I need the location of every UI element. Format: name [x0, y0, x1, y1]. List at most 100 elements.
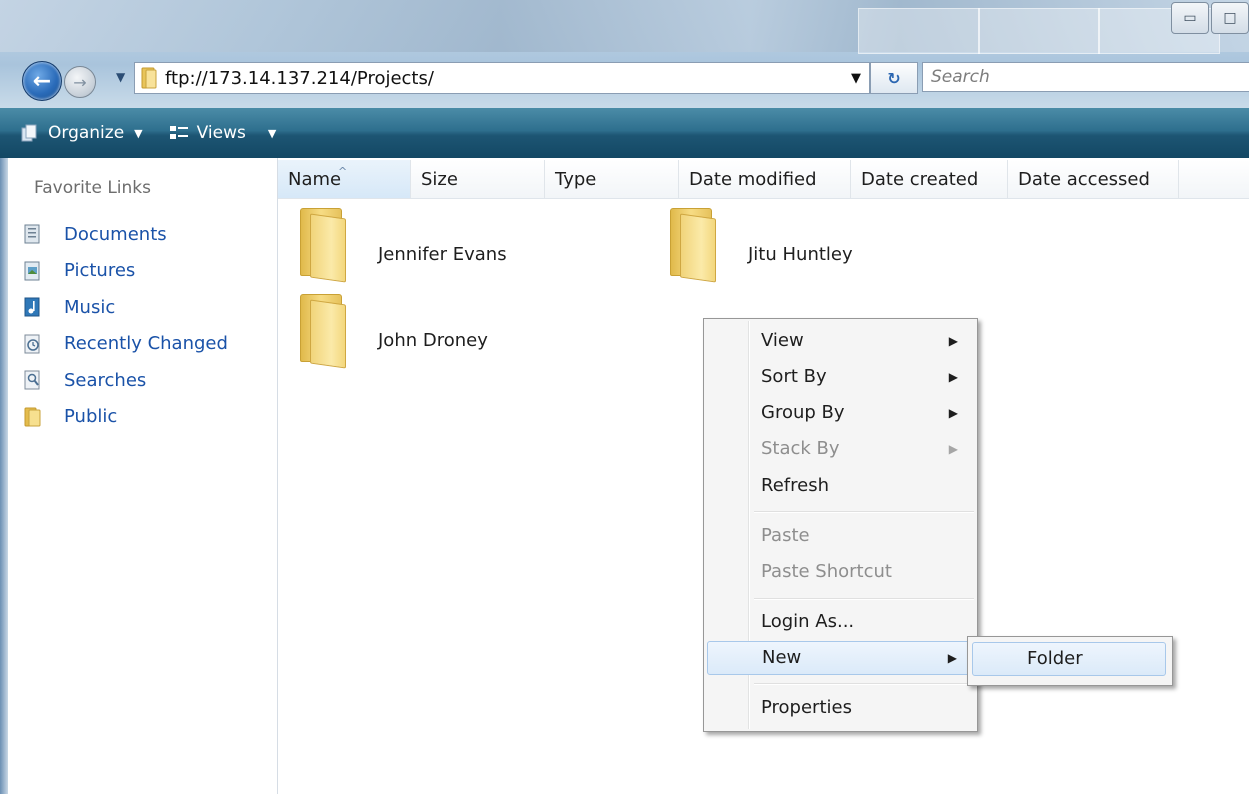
- menu-item-label: New: [762, 647, 802, 668]
- column-header-label: Type: [555, 169, 597, 190]
- search-input[interactable]: Search: [922, 62, 1249, 92]
- folder-icon: [141, 67, 157, 89]
- searches-icon: [24, 370, 40, 390]
- column-header-size[interactable]: Size: [411, 160, 545, 198]
- menu-item-paste-shortcut: Paste Shortcut: [707, 555, 972, 589]
- column-header-type[interactable]: Type: [545, 160, 679, 198]
- minimize-button[interactable]: ▭: [1171, 2, 1209, 34]
- folder-icon: [296, 208, 346, 283]
- views-button[interactable]: Views ▼: [163, 108, 283, 158]
- menu-item-label: View: [761, 330, 804, 351]
- background-window-tab: [978, 8, 1100, 54]
- command-bar: Organize ▼ Views ▼: [0, 108, 1249, 158]
- folder-icon: [666, 208, 716, 283]
- submenu-arrow-icon: ▶: [948, 370, 958, 384]
- menu-separator: [754, 683, 974, 685]
- refresh-button[interactable]: ↻: [870, 62, 918, 94]
- column-header-label: Date created: [861, 169, 979, 190]
- menu-item-new[interactable]: New ▶: [707, 641, 972, 675]
- address-dropdown-icon[interactable]: ▼: [843, 71, 869, 86]
- favorite-link-label: Searches: [64, 369, 147, 391]
- menu-item-label: Login As...: [761, 611, 855, 632]
- favorite-link-pictures[interactable]: Pictures: [24, 253, 228, 290]
- chevron-down-icon: ▼: [267, 126, 277, 140]
- organize-label: Organize: [48, 123, 125, 143]
- refresh-icon: ↻: [887, 68, 901, 88]
- column-header-name[interactable]: ^ Name: [278, 160, 411, 198]
- favorite-link-label: Recently Changed: [64, 333, 228, 355]
- menu-item-sort-by[interactable]: Sort By ▶: [707, 360, 972, 394]
- menu-item-label: Paste Shortcut: [761, 561, 892, 582]
- menu-item-label: Properties: [761, 697, 852, 718]
- views-icon: [169, 126, 188, 139]
- menu-item-label: Stack By: [761, 438, 840, 459]
- file-item-folder[interactable]: Jitu Huntley: [666, 208, 853, 283]
- menu-item-label: Refresh: [761, 475, 829, 496]
- documents-icon: [24, 224, 40, 244]
- window-controls: ▭ □: [1169, 2, 1249, 34]
- menu-item-label: Folder: [1027, 648, 1083, 669]
- file-name: Jennifer Evans: [378, 244, 507, 265]
- favorite-link-searches[interactable]: Searches: [24, 362, 228, 399]
- favorite-link-recently-changed[interactable]: Recently Changed: [24, 326, 228, 363]
- favorite-link-documents[interactable]: Documents: [24, 216, 228, 253]
- file-item-folder[interactable]: Jennifer Evans: [296, 208, 507, 283]
- file-item-folder[interactable]: John Droney: [296, 294, 488, 369]
- address-path[interactable]: ftp://173.14.137.214/Projects/: [165, 68, 843, 89]
- menu-item-label: Sort By: [761, 366, 827, 387]
- file-name: John Droney: [378, 330, 488, 351]
- favorite-link-label: Documents: [64, 223, 167, 245]
- favorite-links-title: Favorite Links: [34, 178, 152, 198]
- forward-button[interactable]: →: [64, 66, 96, 98]
- menu-separator: [754, 511, 974, 513]
- new-submenu: Folder: [967, 636, 1173, 686]
- favorite-link-public[interactable]: Public: [24, 399, 228, 436]
- chevron-down-icon: ▼: [134, 126, 143, 140]
- menu-item-stack-by: Stack By ▶: [707, 432, 972, 466]
- menu-item-login-as[interactable]: Login As...: [707, 605, 972, 639]
- menu-item-properties[interactable]: Properties: [707, 691, 972, 725]
- submenu-arrow-icon: ▶: [948, 406, 958, 420]
- address-bar[interactable]: ftp://173.14.137.214/Projects/ ▼: [134, 62, 870, 94]
- background-window-tab: [858, 8, 980, 54]
- submenu-arrow-icon: ▶: [948, 334, 958, 348]
- menu-item-refresh[interactable]: Refresh: [707, 469, 972, 503]
- forward-arrow-icon: →: [73, 72, 87, 92]
- column-header-label: Size: [421, 169, 458, 190]
- favorite-links-list: Documents Pictures Music Recently Change…: [24, 216, 228, 435]
- column-header-label: Date accessed: [1018, 169, 1150, 190]
- menu-item-view[interactable]: View ▶: [707, 324, 972, 358]
- maximize-icon: □: [1223, 10, 1237, 26]
- column-headers: ^ Name Size Type Date modified Date crea…: [278, 160, 1249, 199]
- menu-item-group-by[interactable]: Group By ▶: [707, 396, 972, 430]
- minimize-icon: ▭: [1183, 10, 1197, 26]
- navigation-pane: Favorite Links Documents Pictures Music: [0, 158, 278, 794]
- menu-item-label: Paste: [761, 525, 810, 546]
- search-placeholder: Search: [931, 67, 990, 87]
- file-name: Jitu Huntley: [748, 244, 853, 265]
- pictures-icon: [24, 261, 40, 281]
- favorite-link-label: Public: [64, 406, 118, 428]
- menu-item-label: Group By: [761, 402, 845, 423]
- organize-button[interactable]: Organize ▼: [14, 108, 149, 158]
- back-button[interactable]: ←: [22, 61, 62, 101]
- column-header-date-modified[interactable]: Date modified: [679, 160, 851, 198]
- column-header-date-accessed[interactable]: Date accessed: [1008, 160, 1179, 198]
- column-header-date-created[interactable]: Date created: [851, 160, 1008, 198]
- menu-item-new-folder[interactable]: Folder: [972, 642, 1166, 676]
- context-menu: View ▶ Sort By ▶ Group By ▶ Stack By ▶ R…: [703, 318, 978, 732]
- music-icon: [24, 297, 40, 317]
- favorite-link-music[interactable]: Music: [24, 289, 228, 326]
- back-arrow-icon: ←: [32, 68, 52, 94]
- chevron-down-icon: ▼: [116, 70, 126, 84]
- title-bar: ▭ □ ← → ▼ ftp://173.14.137.214/Projects/…: [0, 0, 1249, 108]
- recent-pages-dropdown[interactable]: ▼: [116, 70, 125, 84]
- favorite-link-label: Pictures: [64, 260, 136, 282]
- maximize-button[interactable]: □: [1211, 2, 1249, 34]
- column-header-label: Name: [288, 169, 342, 190]
- public-folder-icon: [24, 407, 41, 427]
- column-header-label: Date modified: [689, 169, 817, 190]
- sort-ascending-icon: ^: [338, 165, 348, 178]
- menu-item-paste: Paste: [707, 519, 972, 553]
- views-label: Views: [196, 123, 246, 143]
